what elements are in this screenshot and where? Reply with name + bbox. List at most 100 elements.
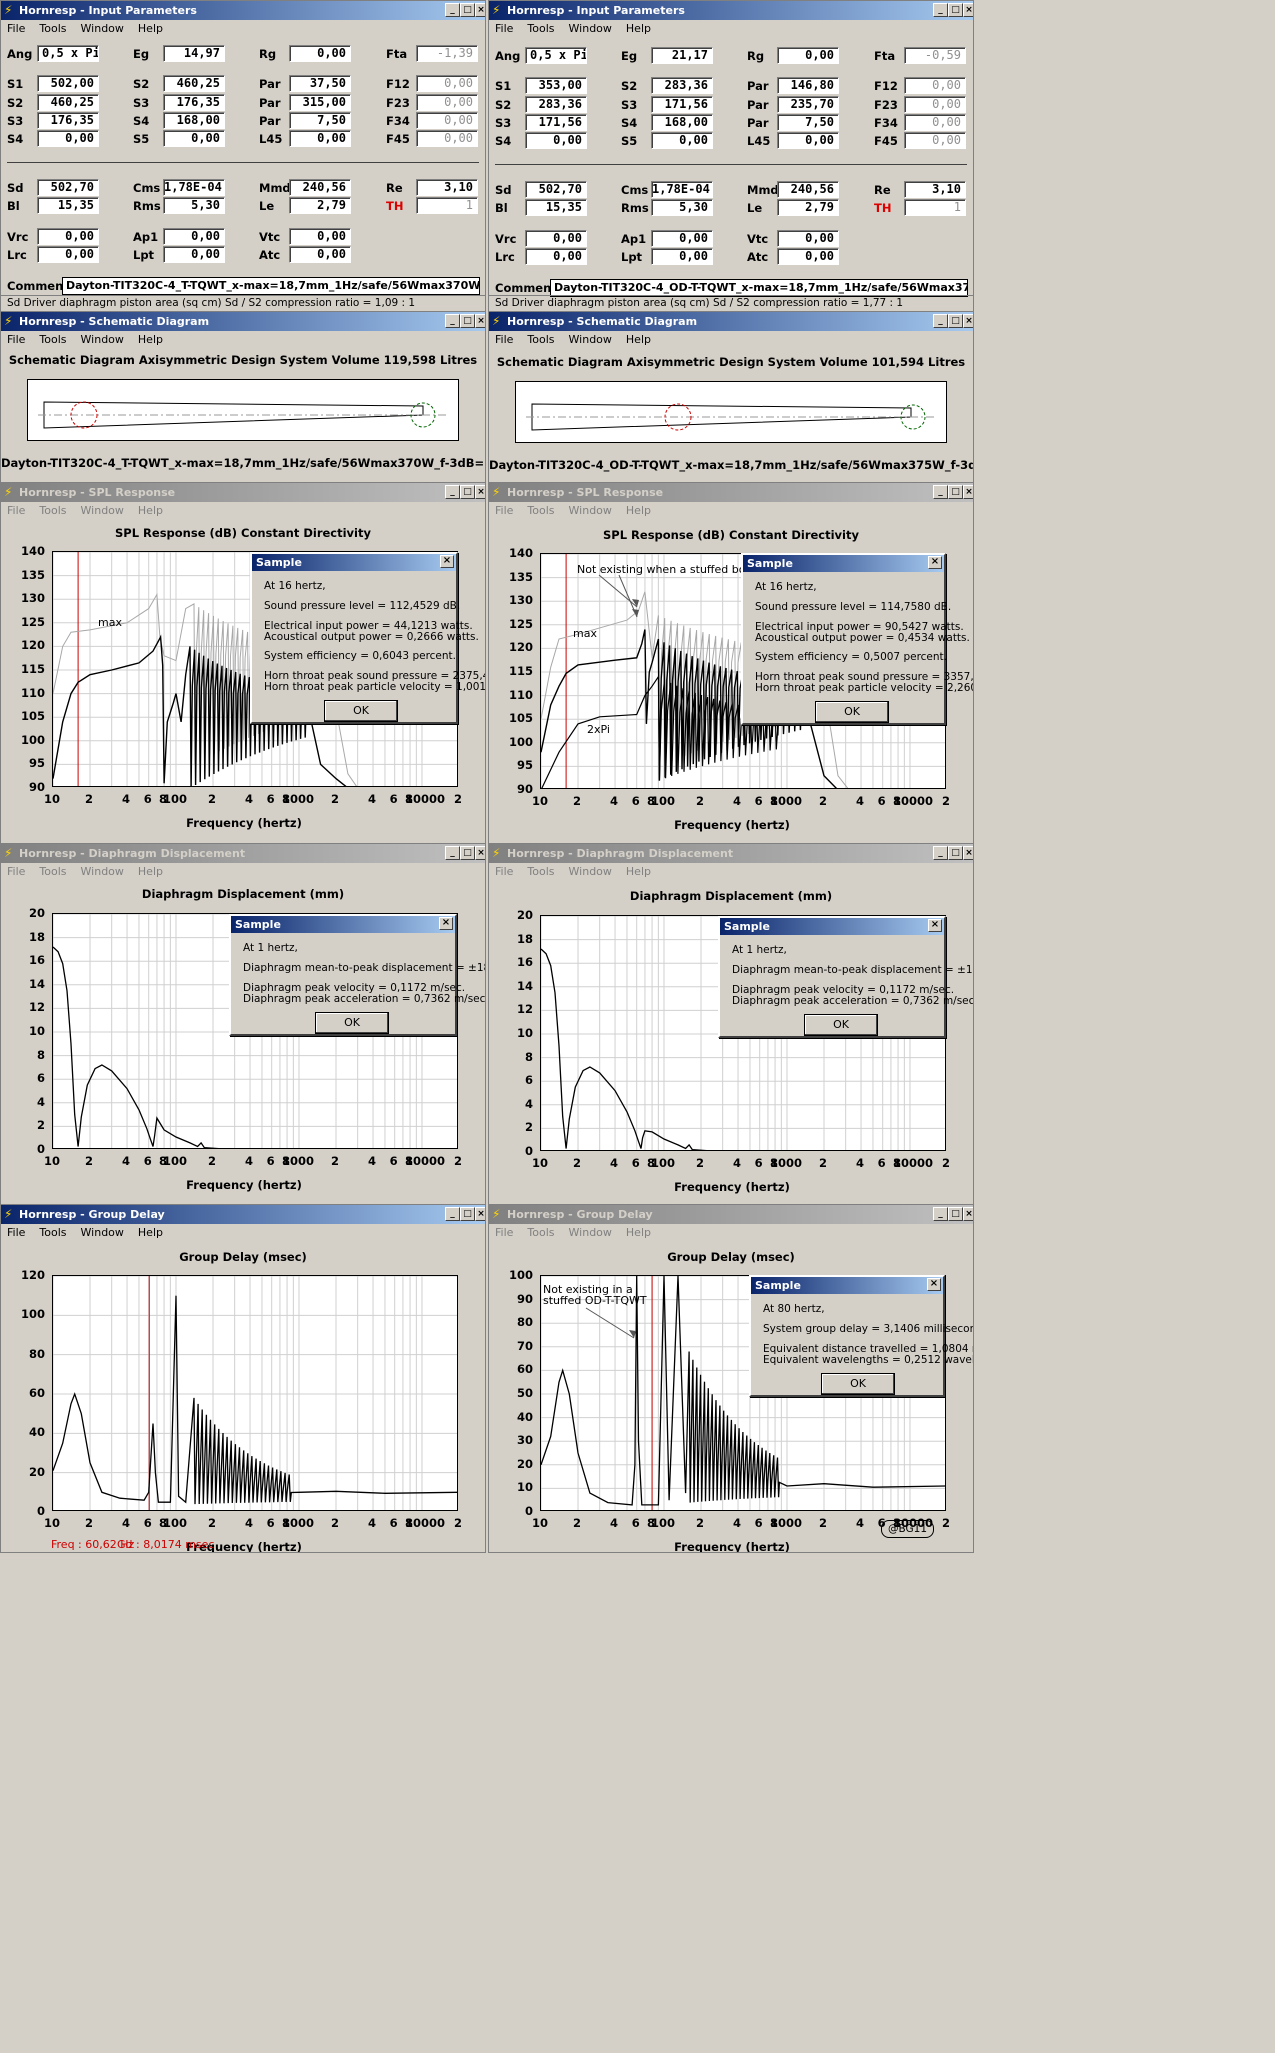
menu-tools[interactable]: Tools xyxy=(39,504,66,517)
maximize-button[interactable]: □ xyxy=(460,485,475,499)
field-s3[interactable]: 176,35 xyxy=(37,112,99,129)
field-s2[interactable]: 283,36 xyxy=(525,96,587,113)
menu-file[interactable]: File xyxy=(7,865,25,878)
field-s5[interactable]: 0,00 xyxy=(651,132,713,149)
maximize-button[interactable]: □ xyxy=(948,846,963,860)
title-bar[interactable]: ⚡ Hornresp - Schematic Diagram _ □ × xyxy=(1,312,485,331)
sample-dialog[interactable]: Sample × At 16 hertz, Sound pressure level … xyxy=(250,552,485,724)
field-par2[interactable]: 235,70 xyxy=(777,96,839,113)
field-s2a[interactable]: 460,25 xyxy=(163,75,225,92)
field-vtc[interactable]: 0,00 xyxy=(289,228,351,245)
close-button[interactable]: × xyxy=(475,314,485,328)
field-f23[interactable]: 0,00 xyxy=(904,96,966,113)
sample-dialog[interactable]: Sample × At 1 hertz, Diaphragm mean-to-peak… xyxy=(718,916,973,1038)
field-s3a[interactable]: 171,56 xyxy=(651,96,713,113)
minimize-button[interactable]: _ xyxy=(445,1207,460,1221)
minimize-button[interactable]: _ xyxy=(445,314,460,328)
menu-window[interactable]: Window xyxy=(569,504,612,517)
ok-button[interactable]: OK xyxy=(815,701,889,723)
menu-window[interactable]: Window xyxy=(569,333,612,346)
field-lrc[interactable]: 0,00 xyxy=(525,248,587,265)
field-re[interactable]: 3,10 xyxy=(416,179,478,196)
field-s5[interactable]: 0,00 xyxy=(163,130,225,147)
dialog-close-button[interactable]: × xyxy=(440,555,454,568)
field-fta[interactable]: -0,59 xyxy=(904,47,966,64)
menu-help[interactable]: Help xyxy=(138,1226,163,1239)
field-sd[interactable]: 502,70 xyxy=(525,181,587,198)
minimize-button[interactable]: _ xyxy=(933,846,948,860)
menu-tools[interactable]: Tools xyxy=(39,22,66,35)
menu-help[interactable]: Help xyxy=(138,504,163,517)
ok-button[interactable]: OK xyxy=(821,1373,895,1395)
field-fta[interactable]: -1,39 xyxy=(416,45,478,62)
close-button[interactable]: × xyxy=(475,485,485,499)
dialog-close-button[interactable]: × xyxy=(439,917,453,930)
minimize-button[interactable]: _ xyxy=(933,485,948,499)
field-th[interactable]: 1 xyxy=(416,197,478,214)
field-cms[interactable]: 1,78E-04 xyxy=(651,181,713,198)
dialog-close-button[interactable]: × xyxy=(927,1278,941,1291)
sample-dialog[interactable]: Sample × At 80 hertz, System group delay = … xyxy=(749,1275,973,1397)
field-le[interactable]: 2,79 xyxy=(289,197,351,214)
field-ap1[interactable]: 0,00 xyxy=(163,228,225,245)
menu-file[interactable]: File xyxy=(495,1226,513,1239)
ok-button[interactable]: OK xyxy=(804,1014,878,1036)
ok-button[interactable]: OK xyxy=(324,700,398,722)
menu-tools[interactable]: Tools xyxy=(527,504,554,517)
menu-file[interactable]: File xyxy=(495,865,513,878)
menu-window[interactable]: Window xyxy=(81,504,124,517)
field-s4[interactable]: 0,00 xyxy=(37,130,99,147)
ok-button[interactable]: OK xyxy=(315,1012,389,1034)
field-ang[interactable]: 0,5 x Pi xyxy=(525,47,587,64)
field-f45[interactable]: 0,00 xyxy=(416,130,478,147)
field-s4a[interactable]: 168,00 xyxy=(163,112,225,129)
field-vrc[interactable]: 0,00 xyxy=(525,230,587,247)
menu-tools[interactable]: Tools xyxy=(527,22,554,35)
field-atc[interactable]: 0,00 xyxy=(777,248,839,265)
field-eg[interactable]: 14,97 xyxy=(163,45,225,62)
field-rg[interactable]: 0,00 xyxy=(777,47,839,64)
title-bar[interactable]: ⚡ Hornresp - Input Parameters _ □ × xyxy=(489,1,973,20)
dialog-title-bar[interactable]: Sample × xyxy=(751,1277,943,1294)
menu-help[interactable]: Help xyxy=(626,865,651,878)
dialog-title-bar[interactable]: Sample × xyxy=(252,554,456,571)
menu-tools[interactable]: Tools xyxy=(39,1226,66,1239)
menu-tools[interactable]: Tools xyxy=(527,865,554,878)
field-bl[interactable]: 15,35 xyxy=(37,197,99,214)
field-rg[interactable]: 0,00 xyxy=(289,45,351,62)
maximize-button[interactable]: □ xyxy=(460,3,475,17)
menu-tools[interactable]: Tools xyxy=(527,1226,554,1239)
field-par2[interactable]: 315,00 xyxy=(289,94,351,111)
field-eg[interactable]: 21,17 xyxy=(651,47,713,64)
field-lpt[interactable]: 0,00 xyxy=(651,248,713,265)
title-bar[interactable]: ⚡ Hornresp - Diaphragm Displacement _ □ × xyxy=(489,844,973,863)
close-button[interactable]: × xyxy=(963,1207,973,1221)
menu-tools[interactable]: Tools xyxy=(39,865,66,878)
field-s4[interactable]: 0,00 xyxy=(525,132,587,149)
title-bar[interactable]: ⚡ Hornresp - Group Delay _ □ × xyxy=(1,1205,485,1224)
field-rms[interactable]: 5,30 xyxy=(163,197,225,214)
close-button[interactable]: × xyxy=(475,846,485,860)
field-th[interactable]: 1 xyxy=(904,199,966,216)
minimize-button[interactable]: _ xyxy=(933,1207,948,1221)
maximize-button[interactable]: □ xyxy=(460,846,475,860)
field-s1[interactable]: 353,00 xyxy=(525,77,587,94)
sample-dialog[interactable]: Sample × At 16 hertz, Sound pressure level … xyxy=(741,553,973,725)
maximize-button[interactable]: □ xyxy=(948,485,963,499)
field-s2a[interactable]: 283,36 xyxy=(651,77,713,94)
field-mmd[interactable]: 240,56 xyxy=(777,181,839,198)
field-f45[interactable]: 0,00 xyxy=(904,132,966,149)
field-sd[interactable]: 502,70 xyxy=(37,179,99,196)
menu-file[interactable]: File xyxy=(7,22,25,35)
field-lrc[interactable]: 0,00 xyxy=(37,246,99,263)
menu-tools[interactable]: Tools xyxy=(39,333,66,346)
field-re[interactable]: 3,10 xyxy=(904,181,966,198)
dialog-title-bar[interactable]: Sample × xyxy=(720,918,944,935)
close-button[interactable]: × xyxy=(963,3,973,17)
title-bar[interactable]: ⚡ Hornresp - Input Parameters _ □ × xyxy=(1,1,485,20)
field-vrc[interactable]: 0,00 xyxy=(37,228,99,245)
field-lpt[interactable]: 0,00 xyxy=(163,246,225,263)
field-bl[interactable]: 15,35 xyxy=(525,199,587,216)
field-vtc[interactable]: 0,00 xyxy=(777,230,839,247)
menu-help[interactable]: Help xyxy=(138,865,163,878)
